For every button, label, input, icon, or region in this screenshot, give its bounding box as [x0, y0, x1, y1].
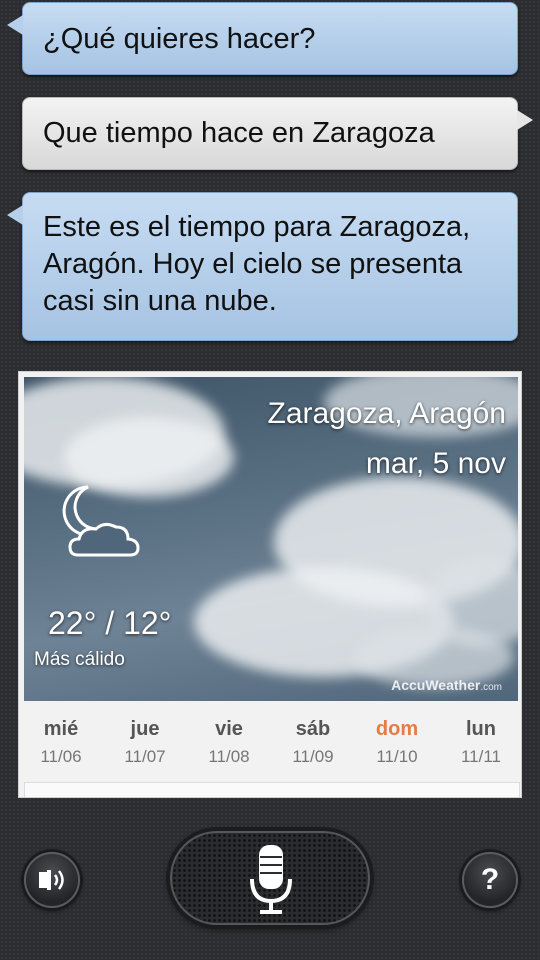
user-message-text: Que tiempo hace en Zaragoza	[43, 117, 435, 149]
user-message: Que tiempo hace en Zaragoza	[22, 97, 533, 170]
moon-cloud-icon	[62, 485, 140, 557]
forecast-day-date: 11/10	[376, 747, 418, 766]
weather-date: mar, 5 nov	[365, 447, 506, 480]
accuweather-logo[interactable]: AccuWeather.com	[391, 677, 502, 693]
forecast-day-date: 11/08	[208, 747, 250, 766]
speaker-icon	[39, 870, 64, 890]
speaker-button[interactable]	[24, 852, 80, 908]
microphone-button[interactable]	[170, 831, 370, 925]
weather-temperature: 22° / 12°	[48, 605, 172, 641]
microphone-icon	[250, 845, 292, 914]
forecast-day[interactable]: mié 11/06	[19, 710, 103, 770]
bubble-tail	[7, 15, 23, 35]
forecast-day-name: jue	[130, 718, 160, 740]
weather-sky-image: Zaragoza, Aragón mar, 5 nov 22° / 12° Má…	[24, 377, 518, 701]
bubble-tail	[7, 205, 23, 225]
forecast-day-name: sáb	[295, 718, 331, 740]
forecast-day-name: dom	[375, 718, 419, 740]
assistant-message-prompt: ¿Qué quieres hacer?	[7, 2, 518, 75]
forecast-day-date: 11/07	[124, 747, 166, 766]
forecast-day[interactable]: vie 11/08	[187, 710, 271, 770]
assistant-message-text: ¿Qué quieres hacer?	[43, 23, 316, 55]
assistant-response-text: Este es el tiempo para Zaragoza, Aragón.…	[43, 211, 471, 317]
forecast-day-date: 11/06	[40, 747, 82, 766]
weather-location: Zaragoza, Aragón	[267, 397, 507, 430]
weather-card[interactable]: Zaragoza, Aragón mar, 5 nov 22° / 12° Má…	[18, 371, 522, 798]
help-button[interactable]: ?	[462, 852, 518, 908]
forecast-day[interactable]: sáb 11/09	[271, 710, 355, 770]
forecast-day-date: 11/11	[460, 747, 502, 766]
bubble-tail	[517, 110, 533, 130]
weather-condition: Más cálido	[34, 649, 125, 670]
forecast-detail-panel	[24, 782, 520, 797]
forecast-day-name: mié	[43, 718, 79, 740]
forecast-day[interactable]: jue 11/07	[103, 710, 187, 770]
assistant-message-response: Este es el tiempo para Zaragoza, Aragón.…	[7, 192, 518, 341]
forecast-day-highlighted[interactable]: dom 11/10	[355, 710, 439, 770]
forecast-row: mié 11/06 jue 11/07 vie 11/08 sáb 11/09 …	[19, 710, 521, 770]
forecast-day-name: lun	[466, 718, 496, 740]
forecast-day-date: 11/09	[292, 747, 334, 766]
forecast-day[interactable]: lun 11/11	[439, 710, 521, 770]
forecast-day-name: vie	[215, 718, 243, 740]
